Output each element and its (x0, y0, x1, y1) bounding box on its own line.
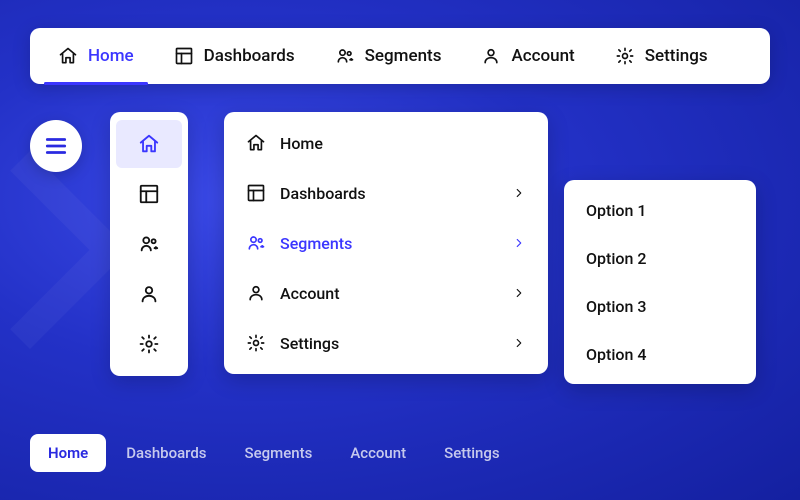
dashboard-icon (246, 183, 266, 203)
submenu-item[interactable]: Option 3 (564, 282, 756, 330)
sidebar-item-dashboards[interactable] (116, 170, 182, 218)
dashboard-icon (174, 46, 194, 66)
menu-item-label: Home (280, 134, 323, 153)
home-icon (58, 46, 78, 66)
submenu-panel: Option 1 Option 2 Option 3 Option 4 (564, 180, 756, 384)
menu-item-label: Account (280, 284, 340, 303)
tab-settings[interactable]: Settings (426, 434, 518, 472)
settings-icon (615, 46, 635, 66)
segments-icon (246, 233, 266, 253)
menu-item-label: Dashboards (280, 184, 366, 203)
nav-item-settings[interactable]: Settings (595, 28, 728, 84)
chevron-right-icon (512, 186, 526, 200)
menu-item-label: Settings (280, 334, 339, 353)
menu-item-settings[interactable]: Settings (224, 318, 548, 368)
chevron-right-icon (512, 336, 526, 350)
nav-item-label: Settings (645, 46, 708, 66)
nav-item-label: Segments (365, 46, 442, 66)
tab-label: Dashboards (126, 444, 206, 462)
chevron-right-icon (512, 236, 526, 250)
menu-panel: Home Dashboards Segments Account Setting… (224, 112, 548, 374)
nav-item-dashboards[interactable]: Dashboards (154, 28, 315, 84)
menu-item-segments[interactable]: Segments (224, 218, 548, 268)
bottom-tabs: Home Dashboards Segments Account Setting… (30, 434, 518, 472)
submenu-item-label: Option 3 (586, 297, 646, 316)
tab-label: Home (48, 444, 88, 462)
submenu-item[interactable]: Option 4 (564, 330, 756, 378)
icon-sidebar (110, 112, 188, 376)
hamburger-button[interactable] (30, 120, 82, 172)
home-icon (138, 133, 160, 155)
tab-dashboards[interactable]: Dashboards (108, 434, 224, 472)
sidebar-item-home[interactable] (116, 120, 182, 168)
sidebar-item-settings[interactable] (116, 320, 182, 368)
account-icon (246, 283, 266, 303)
home-icon (246, 133, 266, 153)
menu-item-dashboards[interactable]: Dashboards (224, 168, 548, 218)
submenu-item[interactable]: Option 2 (564, 234, 756, 282)
settings-icon (138, 333, 160, 355)
nav-item-home[interactable]: Home (38, 28, 154, 84)
nav-item-segments[interactable]: Segments (315, 28, 462, 84)
submenu-item-label: Option 4 (586, 345, 646, 364)
tab-label: Settings (444, 444, 500, 462)
sidebar-item-account[interactable] (116, 270, 182, 318)
segments-icon (335, 46, 355, 66)
nav-item-label: Home (88, 46, 134, 66)
submenu-item[interactable]: Option 1 (564, 186, 756, 234)
dashboard-icon (138, 183, 160, 205)
chevron-right-icon (512, 286, 526, 300)
submenu-item-label: Option 1 (586, 201, 646, 220)
tab-home[interactable]: Home (30, 434, 106, 472)
tab-segments[interactable]: Segments (227, 434, 331, 472)
tab-account[interactable]: Account (332, 434, 424, 472)
segments-icon (138, 233, 160, 255)
tab-label: Account (350, 444, 406, 462)
menu-item-home[interactable]: Home (224, 118, 548, 168)
nav-item-label: Account (511, 46, 574, 66)
menu-item-label: Segments (280, 234, 352, 253)
account-icon (481, 46, 501, 66)
submenu-item-label: Option 2 (586, 249, 646, 268)
settings-icon (246, 333, 266, 353)
account-icon (138, 283, 160, 305)
nav-item-account[interactable]: Account (461, 28, 594, 84)
menu-item-account[interactable]: Account (224, 268, 548, 318)
nav-item-label: Dashboards (204, 46, 295, 66)
tab-label: Segments (245, 444, 313, 462)
top-navbar: Home Dashboards Segments Account Setting… (30, 28, 770, 84)
sidebar-item-segments[interactable] (116, 220, 182, 268)
hamburger-icon (43, 133, 69, 159)
